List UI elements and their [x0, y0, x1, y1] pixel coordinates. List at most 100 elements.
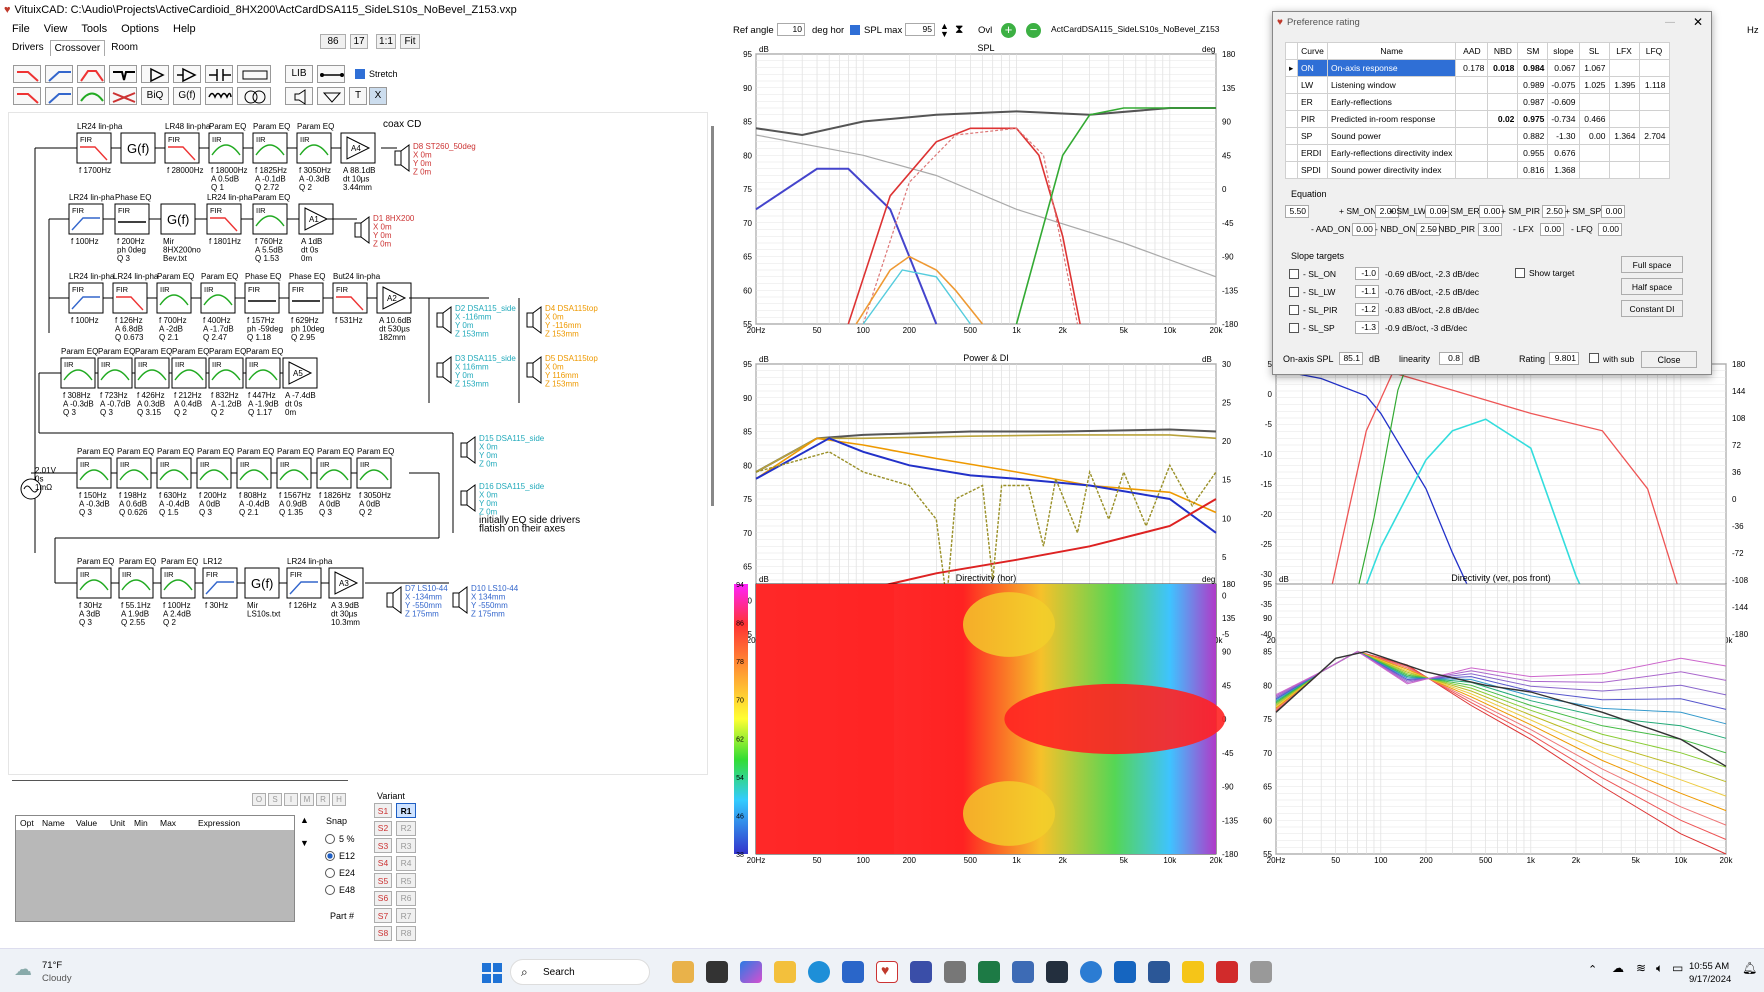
onedrive-icon[interactable]: ☁: [1612, 961, 1624, 975]
param-header-min[interactable]: Min: [130, 818, 156, 828]
zoom-field-2[interactable]: 17: [350, 34, 368, 49]
r4-block-2[interactable]: IIR: [134, 357, 170, 389]
add-overlay-icon[interactable]: +: [1001, 23, 1016, 38]
eq2-2-input[interactable]: 3.00: [1478, 223, 1503, 236]
library-button[interactable]: LIB: [285, 65, 313, 83]
param-header-expression[interactable]: Expression: [194, 818, 254, 828]
r5-block-6[interactable]: IIR: [316, 457, 352, 489]
file-explorer-icon[interactable]: [774, 961, 796, 983]
copilot-icon[interactable]: [740, 961, 762, 983]
r1-block-4[interactable]: IIR: [252, 132, 288, 164]
eq1-0-input[interactable]: 5.50: [1285, 205, 1309, 218]
r2-block-0[interactable]: FIR: [68, 203, 104, 235]
calculator-icon[interactable]: [944, 961, 966, 983]
amazon-music-icon[interactable]: [1046, 961, 1068, 983]
x-button[interactable]: X: [369, 87, 387, 105]
r5-block-2[interactable]: IIR: [156, 457, 192, 489]
pref-row-er[interactable]: ER Early-reflections 0.987 -0.609: [1285, 93, 1670, 111]
r3-block-1[interactable]: FIR: [112, 282, 148, 314]
spl-max-checkbox[interactable]: [850, 25, 860, 35]
mini-button-h[interactable]: H: [332, 793, 346, 806]
driver-d1[interactable]: [354, 216, 370, 244]
speaker-icon[interactable]: [285, 87, 313, 105]
ground-icon[interactable]: [317, 87, 345, 105]
param-header-name[interactable]: Name: [38, 818, 72, 828]
driver-d10[interactable]: [452, 586, 468, 614]
r5-block-4[interactable]: IIR: [236, 457, 272, 489]
transformer-icon[interactable]: [237, 87, 271, 105]
r3-block-5[interactable]: FIR: [288, 282, 324, 314]
variant-s4[interactable]: S4: [374, 855, 392, 871]
snap-option-E48[interactable]: E48: [325, 881, 355, 898]
menu-file[interactable]: File: [12, 23, 30, 35]
pref-col-lfq[interactable]: LFQ: [1638, 42, 1670, 60]
mini-button-m[interactable]: M: [300, 793, 314, 806]
r4-block-3[interactable]: IIR: [171, 357, 207, 389]
r6-block-0[interactable]: IIR: [76, 567, 112, 599]
snap-option-5[interactable]: 5 %: [325, 830, 355, 847]
r6-block-6[interactable]: A3: [328, 567, 364, 599]
pref-col-lfx[interactable]: LFX: [1608, 42, 1640, 60]
pref-col-name[interactable]: Name: [1326, 42, 1457, 60]
r4-block-0[interactable]: IIR: [60, 357, 96, 389]
close-icon[interactable]: ✕: [1693, 15, 1703, 29]
r3-block-0[interactable]: FIR: [68, 282, 104, 314]
driver-d4[interactable]: [526, 306, 542, 334]
variant-s1[interactable]: S1: [374, 803, 392, 818]
r1-block-1[interactable]: G(f): [120, 132, 156, 164]
variant-s7[interactable]: S7: [374, 908, 392, 923]
r6-block-1[interactable]: IIR: [118, 567, 154, 599]
r4-block-6[interactable]: A5: [282, 357, 318, 389]
r4-block-5[interactable]: IIR: [245, 357, 281, 389]
highpass2-icon[interactable]: [45, 87, 73, 105]
r5-block-0[interactable]: IIR: [76, 457, 112, 489]
tray-chevron-icon[interactable]: ⌃: [1588, 963, 1597, 976]
variant-s6[interactable]: S6: [374, 890, 392, 906]
vituixcad-icon[interactable]: ♥: [876, 961, 898, 983]
driver-d15[interactable]: [460, 436, 476, 464]
dirhor-chart[interactable]: Directivity (hor) dB deg 180 135 90 45 0 -45 -90 -…: [734, 573, 1239, 865]
close-button[interactable]: Close: [1641, 351, 1697, 368]
driver-d3[interactable]: [436, 356, 452, 384]
capacitor-icon[interactable]: [205, 65, 233, 83]
pref-col-nbd[interactable]: NBD: [1487, 42, 1519, 60]
pref-col-sel[interactable]: [1285, 42, 1298, 60]
driver-d7[interactable]: [386, 586, 402, 614]
spl-max-spinner-icon[interactable]: ▲ ▼: [940, 22, 949, 39]
r4-block-4[interactable]: IIR: [208, 357, 244, 389]
r6-block-3[interactable]: FIR: [202, 567, 238, 599]
pref-row-sp[interactable]: SP Sound power 0.882 -1.30 0.00 1.364 2.704: [1285, 127, 1670, 145]
driver-d8[interactable]: [394, 144, 410, 172]
r1-block-5[interactable]: IIR: [296, 132, 332, 164]
bolt-icon[interactable]: [1182, 961, 1204, 983]
mini-button-o[interactable]: O: [252, 793, 266, 806]
printer-icon[interactable]: [1250, 961, 1272, 983]
variant-s5[interactable]: S5: [374, 873, 392, 888]
bandpass-icon[interactable]: [77, 65, 105, 83]
variant-r3[interactable]: R3: [396, 838, 416, 853]
zoom-field-1[interactable]: 86: [320, 34, 346, 49]
store-icon[interactable]: [842, 961, 864, 983]
r1-block-0[interactable]: FIR: [76, 132, 112, 164]
lowpass2-icon[interactable]: [13, 87, 41, 105]
r3-block-2[interactable]: IIR: [156, 282, 192, 314]
r5-block-3[interactable]: IIR: [196, 457, 232, 489]
variant-r4[interactable]: R4: [396, 855, 416, 871]
mini-button-i[interactable]: I: [284, 793, 298, 806]
calendar-icon[interactable]: [1012, 961, 1034, 983]
driver-d5[interactable]: [526, 356, 542, 384]
r2-block-2[interactable]: G(f): [160, 203, 196, 235]
buffer-icon[interactable]: [173, 65, 201, 83]
biquad-button[interactable]: BiQ: [141, 87, 169, 105]
tab-drivers[interactable]: Drivers: [8, 40, 48, 56]
menu-help[interactable]: Help: [173, 23, 196, 35]
move-up-icon[interactable]: ▲: [300, 815, 309, 825]
slope-input-0[interactable]: -1.0: [1355, 267, 1379, 280]
zoom-1to1-button[interactable]: 1:1: [376, 34, 396, 49]
variant-r1[interactable]: R1: [396, 803, 416, 818]
driver-d2[interactable]: [436, 306, 452, 334]
edge-icon[interactable]: [808, 961, 830, 983]
wifi-icon[interactable]: ≋: [1636, 961, 1646, 975]
half-space-button[interactable]: Half space: [1621, 278, 1683, 295]
peq-icon[interactable]: [77, 87, 105, 105]
